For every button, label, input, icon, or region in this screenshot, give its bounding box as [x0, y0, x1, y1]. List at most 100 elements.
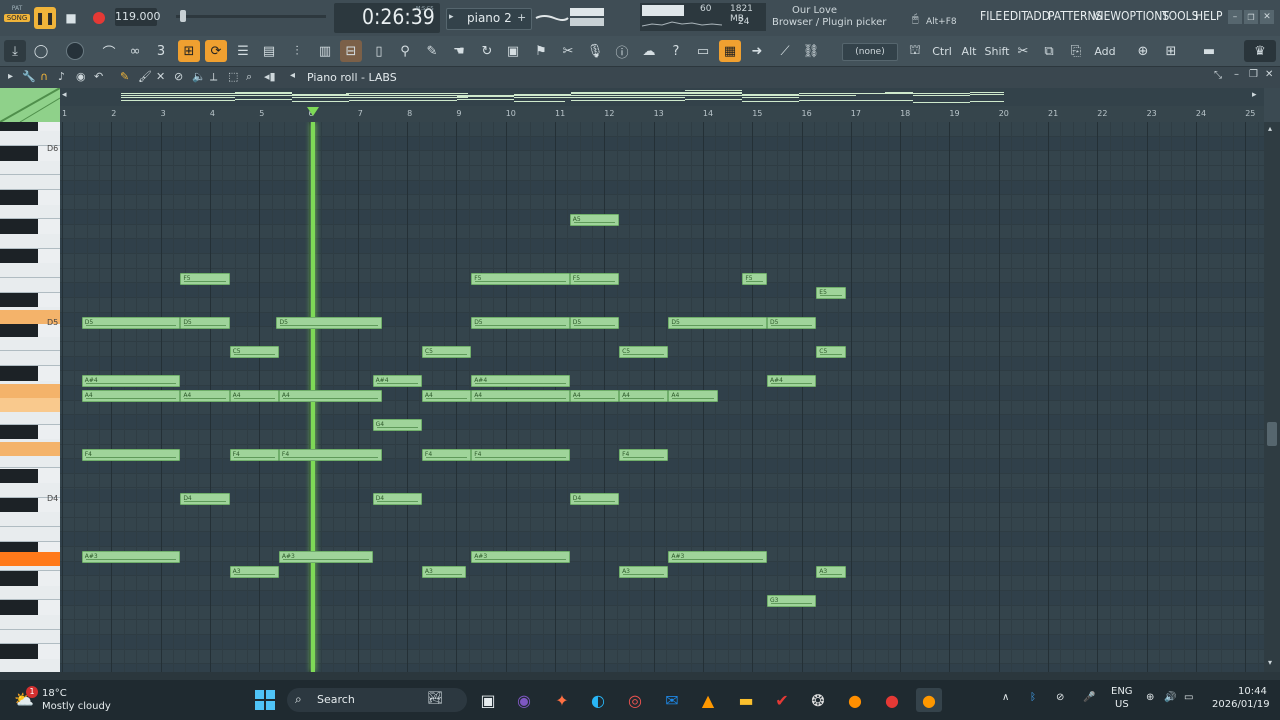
volume-icon[interactable]: 🔊: [1164, 692, 1176, 703]
white-key[interactable]: [0, 512, 60, 528]
white-key[interactable]: [0, 409, 60, 425]
note-asharp4[interactable]: A#4: [372, 375, 422, 388]
note-asharp4[interactable]: A#4: [766, 375, 817, 388]
pr-maximize-icon[interactable]: ❐: [1249, 69, 1258, 80]
paint-icon[interactable]: 🖌: [138, 70, 152, 83]
online-icon[interactable]: ◯: [30, 40, 52, 62]
pat-song-toggle[interactable]: PAT SONG: [4, 5, 30, 31]
outlook-icon[interactable]: ✉: [662, 690, 682, 710]
save-icon[interactable]: ▣: [502, 40, 524, 62]
mixer-icon[interactable]: ⫶: [286, 40, 308, 62]
microphone-icon[interactable]: 🎙: [584, 40, 606, 62]
note-asharp3[interactable]: A#3: [81, 551, 181, 564]
alt-key[interactable]: Alt: [957, 40, 981, 62]
note-f4[interactable]: F4: [278, 448, 383, 461]
note-f5[interactable]: F5: [471, 272, 570, 285]
note-a4[interactable]: A4: [180, 389, 230, 402]
help-icon[interactable]: ?: [665, 40, 687, 62]
vlc-icon[interactable]: ▲: [698, 690, 718, 710]
flag-icon[interactable]: ▬: [1194, 40, 1224, 62]
pr-close-icon[interactable]: ✕: [1265, 69, 1273, 80]
note-a4[interactable]: A4: [471, 389, 570, 402]
slider-handle[interactable]: [180, 10, 186, 22]
white-key[interactable]: [0, 527, 60, 542]
ctrl-key[interactable]: Ctrl: [930, 40, 954, 62]
mute-icon[interactable]: ⊘: [174, 70, 183, 83]
black-key[interactable]: [0, 292, 38, 308]
loop-record-icon[interactable]: ⟳: [205, 40, 227, 62]
piano-keyboard[interactable]: D6 D5 D4: [0, 122, 60, 672]
master-volume-knob[interactable]: [64, 40, 86, 62]
time-display[interactable]: 0:26:39 M:S:CS: [334, 3, 440, 33]
options-arrow-icon[interactable]: ▸: [8, 71, 13, 82]
snap-magnet-icon[interactable]: ∩: [40, 70, 48, 83]
menu-help[interactable]: HELP: [1195, 9, 1222, 23]
vertical-scrollbar[interactable]: ▴ ▾: [1264, 122, 1280, 672]
chrome-icon[interactable]: ◎: [625, 690, 645, 710]
white-key[interactable]: [0, 351, 60, 366]
playback-icon[interactable]: ◂▮: [264, 70, 276, 83]
black-key[interactable]: [0, 321, 38, 337]
black-key[interactable]: [0, 145, 38, 161]
copilot-icon[interactable]: ✦: [552, 690, 572, 710]
note-asharp4[interactable]: A#4: [471, 375, 570, 388]
black-key[interactable]: [0, 571, 38, 586]
black-key[interactable]: [0, 644, 38, 660]
language-line1[interactable]: ENG: [1111, 686, 1133, 697]
note-f5[interactable]: F5: [742, 272, 767, 285]
mic-tray-icon[interactable]: 🎤: [1083, 692, 1095, 703]
editor-icon[interactable]: ✔: [772, 690, 792, 710]
maximize-window-icon[interactable]: ❐: [1244, 10, 1258, 24]
select-icon[interactable]: ⬚: [228, 70, 238, 83]
black-key[interactable]: [0, 248, 38, 264]
note-c5[interactable]: C5: [816, 345, 846, 358]
note-asharp4[interactable]: A#4: [81, 375, 181, 388]
note-g3[interactable]: G3: [766, 595, 817, 608]
note-f5[interactable]: F5: [569, 272, 620, 285]
note-f4[interactable]: F4: [471, 448, 570, 461]
note-c5[interactable]: C5: [229, 345, 279, 358]
zoom-icon[interactable]: ⌕: [246, 70, 252, 84]
shift-key[interactable]: Shift: [984, 40, 1010, 62]
fl-logo-icon[interactable]: ♛: [1244, 40, 1276, 62]
note-a4[interactable]: A4: [668, 389, 718, 402]
hand-icon[interactable]: ☚: [448, 40, 470, 62]
black-key[interactable]: [0, 122, 38, 132]
note-c5[interactable]: C5: [619, 345, 669, 358]
note-d4[interactable]: D4: [180, 492, 230, 505]
clock-time[interactable]: 10:44: [1238, 686, 1267, 697]
white-key[interactable]: [0, 585, 60, 601]
network-off-icon[interactable]: ⊘: [1056, 692, 1064, 703]
link-icon[interactable]: ⛓: [800, 40, 822, 62]
download-icon[interactable]: ⤓: [4, 40, 26, 62]
wait-for-input-icon[interactable]: ∞: [124, 40, 146, 62]
countdown-icon[interactable]: 3: [150, 40, 172, 62]
tempo-icon[interactable]: ⚑: [530, 40, 552, 62]
globe-icon[interactable]: ⊕: [1146, 692, 1154, 703]
cpu-memory-monitor[interactable]: 60 1821 MB 24: [640, 3, 766, 31]
note-a3[interactable]: A3: [421, 565, 467, 578]
display-icon[interactable]: ▭: [692, 40, 714, 62]
scroll-left-icon[interactable]: ◂: [62, 90, 67, 100]
menu-view[interactable]: VIEW: [1093, 9, 1121, 23]
minimize-window-icon[interactable]: –: [1228, 10, 1242, 24]
brush-icon[interactable]: ⟋: [774, 40, 796, 62]
note-d5[interactable]: D5: [668, 316, 767, 329]
note-asharp3[interactable]: A#3: [278, 551, 373, 564]
timeline-ruler[interactable]: 1 2 3 4 5 6 7 8 9 10 11 12 13 14 15 16 17 18 19 20 21 22 23 24 2…: [60, 106, 1264, 123]
note-a3[interactable]: A3: [816, 565, 846, 578]
language-line2[interactable]: US: [1115, 699, 1129, 710]
note-a4[interactable]: A4: [278, 389, 383, 402]
file-explorer-icon[interactable]: ▬: [736, 690, 756, 710]
white-key[interactable]: [0, 204, 60, 220]
tool-preview-corner[interactable]: [0, 87, 61, 123]
note-d4[interactable]: D4: [569, 492, 620, 505]
piano-roll-icon[interactable]: ▥: [314, 40, 336, 62]
edge-icon[interactable]: ◐: [588, 690, 608, 710]
note-grid[interactable]: A5 F5 F5 F5 F5 E5 D5 D5 D5 D5 D5 D5 D5 C5 C5 C5 C5 A#4 A#4…: [60, 122, 1264, 672]
clock-date[interactable]: 2026/01/19: [1212, 699, 1270, 710]
black-key[interactable]: [0, 424, 38, 440]
menu-tools[interactable]: TOOLS: [1162, 9, 1198, 23]
playhead-marker[interactable]: [306, 107, 319, 116]
recorder-icon[interactable]: ●: [882, 690, 902, 710]
